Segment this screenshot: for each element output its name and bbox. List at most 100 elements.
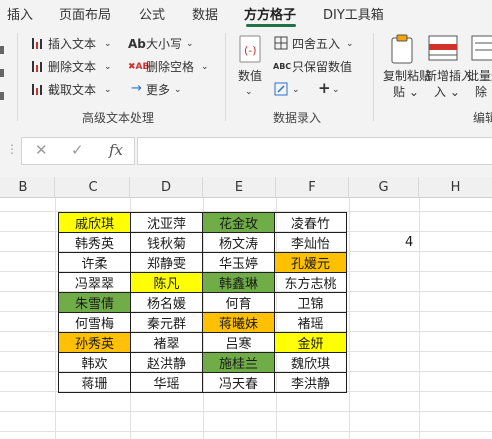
name-cell[interactable]: 秦元群 — [130, 312, 203, 333]
chevron-down-icon: ⌄ — [201, 62, 209, 72]
name-cell[interactable]: 沈亚萍 — [130, 212, 203, 233]
name-cell[interactable]: 杨名媛 — [130, 292, 203, 313]
table-row: 蒋珊 华瑶 冯天春 李洪静 — [58, 372, 347, 393]
name-cell[interactable]: 卫锦 — [274, 292, 347, 313]
name-cell[interactable]: 蒋珊 — [58, 372, 131, 393]
name-cell[interactable]: 花金玫 — [202, 212, 275, 233]
names-table: 戚欣琪 沈亚萍 花金玫 凌春竹 韩秀英 钱秋菊 杨文涛 李灿怡 许柔 郑静雯 华玉婷 孔媛元 冯翠翠 陈凡… — [58, 212, 347, 393]
value-label: 数值 — [238, 69, 263, 83]
gridline — [0, 411, 492, 412]
table-row: 何雪梅 秦元群 蒋曦妹 褚瑶 — [58, 312, 347, 333]
name-cell[interactable]: 冯天春 — [202, 372, 275, 393]
more-label: 更多 — [146, 83, 171, 97]
tab-page-layout[interactable]: 页面布局 — [59, 4, 111, 23]
formula-input[interactable] — [137, 137, 492, 165]
divider — [373, 33, 374, 121]
column-label: F — [308, 180, 316, 195]
table-row: 戚欣琪 沈亚萍 花金玫 凌春竹 — [58, 212, 347, 233]
formula-bar: ⋮ ✕ ✓ fx — [0, 125, 492, 177]
edit-icon — [274, 82, 288, 96]
tab-formulas[interactable]: 公式 — [139, 4, 165, 23]
name-cell[interactable]: 吕寒 — [202, 332, 275, 353]
column-header[interactable]: E — [203, 177, 276, 198]
cancel-icon[interactable]: ✕ — [35, 141, 48, 159]
name-cell[interactable]: 何育 — [202, 292, 275, 313]
name-cell[interactable]: 戚欣琪 — [58, 212, 131, 233]
cutoff-icon — [0, 46, 4, 54]
name-cell[interactable]: 凌春竹 — [274, 212, 347, 233]
case-label: 大小写 — [146, 37, 183, 51]
name-cell[interactable]: 褚翠 — [130, 332, 203, 353]
chevron-down-icon: ⌄ — [186, 39, 194, 49]
clipboard-icon — [391, 34, 413, 64]
column-header[interactable]: H — [419, 177, 492, 198]
name-cell[interactable]: 施桂兰 — [202, 352, 275, 373]
remove-spaces-label: 删除空格 — [146, 60, 195, 74]
cutoff-icon — [0, 92, 4, 100]
name-cell[interactable]: 褚瑶 — [274, 312, 347, 333]
keep-numbers-label: 只保留数值 — [292, 60, 353, 74]
name-cell[interactable]: 钱秋菊 — [130, 232, 203, 253]
name-cell[interactable]: 蒋曦妹 — [202, 312, 275, 333]
chevron-down-icon: ⌄ — [104, 39, 112, 49]
column-header[interactable]: F — [276, 177, 349, 198]
chevron-down-icon: ⌄ — [332, 85, 340, 95]
name-cell[interactable]: 李洪静 — [274, 372, 347, 393]
tab-data[interactable]: 数据 — [192, 4, 218, 23]
column-header[interactable]: C — [57, 177, 130, 198]
extract-text-label: 截取文本 — [48, 83, 97, 97]
name-cell[interactable]: 孙秀英 — [58, 332, 131, 353]
insert-text-icon — [32, 38, 42, 49]
name-cell[interactable]: 许柔 — [58, 252, 131, 273]
batch-delete-label: 批量删除 — [467, 69, 492, 83]
drag-handle-icon[interactable]: ⋮ — [6, 142, 18, 156]
name-cell[interactable]: 赵洪静 — [130, 352, 203, 373]
cell-g-value[interactable]: 4 — [405, 235, 413, 250]
ribbon-tabs: 插入 页面布局 公式 数据 方方格子 DIY工具箱 — [0, 0, 492, 27]
name-cell[interactable]: 华瑶 — [130, 372, 203, 393]
insert-table-icon — [428, 35, 458, 61]
gridline — [0, 431, 492, 432]
name-cell[interactable]: 冯翠翠 — [58, 272, 131, 293]
tab-fangfangezi[interactable]: 方方格子 — [244, 4, 296, 23]
extract-text-icon — [32, 84, 42, 95]
name-cell[interactable]: 陈凡 — [130, 272, 203, 293]
name-cell[interactable]: 郑静雯 — [130, 252, 203, 273]
gridline — [349, 198, 350, 439]
name-cell[interactable]: 韩鑫琳 — [202, 272, 275, 293]
chevron-down-icon: ⌄ — [245, 87, 253, 97]
delete-text-label: 删除文本 — [48, 60, 97, 74]
name-cell[interactable]: 何雪梅 — [58, 312, 131, 333]
column-header[interactable]: D — [130, 177, 203, 198]
column-label: C — [88, 180, 98, 195]
column-header[interactable]: G — [349, 177, 419, 198]
chevron-down-icon: ⌄ — [104, 62, 112, 72]
group-label-text: 编辑 — [473, 111, 492, 125]
table-row: 韩秀英 钱秋菊 杨文涛 李灿怡 — [58, 232, 347, 253]
name-cell[interactable]: 魏欣琪 — [274, 352, 347, 373]
table-row: 孙秀英 褚翠 吕寒 金妍 — [58, 332, 347, 353]
value-icon: (-) — [239, 35, 261, 63]
group-label-text: 高级文本处理 — [82, 111, 155, 125]
name-cell[interactable]: 李灿怡 — [274, 232, 347, 253]
tab-insert[interactable]: 插入 — [7, 4, 33, 23]
name-cell[interactable]: 东方志桃 — [274, 272, 347, 293]
delete-text-icon — [32, 61, 42, 72]
name-cell[interactable]: 朱雪倩 — [58, 292, 131, 313]
batch-delete-icon — [471, 35, 492, 61]
name-cell[interactable]: 韩秀英 — [58, 232, 131, 253]
name-cell[interactable]: 金妍 — [274, 332, 347, 353]
copy-paste-label: 复制粘贴 — [383, 69, 432, 83]
gridline — [55, 198, 56, 439]
name-cell[interactable]: 杨文涛 — [202, 232, 275, 253]
chevron-down-icon: ⌄ — [346, 39, 354, 49]
column-label: H — [450, 180, 461, 195]
confirm-icon[interactable]: ✓ — [71, 141, 84, 159]
name-cell[interactable]: 韩欢 — [58, 352, 131, 373]
tab-diy-toolbox[interactable]: DIY工具箱 — [323, 4, 384, 23]
fx-icon[interactable]: fx — [109, 141, 123, 159]
name-cell[interactable]: 华玉婷 — [202, 252, 275, 273]
ribbon-panel: 插入文本 ⌄ 删除文本 ⌄ 截取文本 ⌄ Ab 大小写 ⌄ ✖AB 删除空格 ⌄… — [0, 27, 492, 126]
insert-text-label: 插入文本 — [48, 37, 97, 51]
name-cell[interactable]: 孔媛元 — [274, 252, 347, 273]
